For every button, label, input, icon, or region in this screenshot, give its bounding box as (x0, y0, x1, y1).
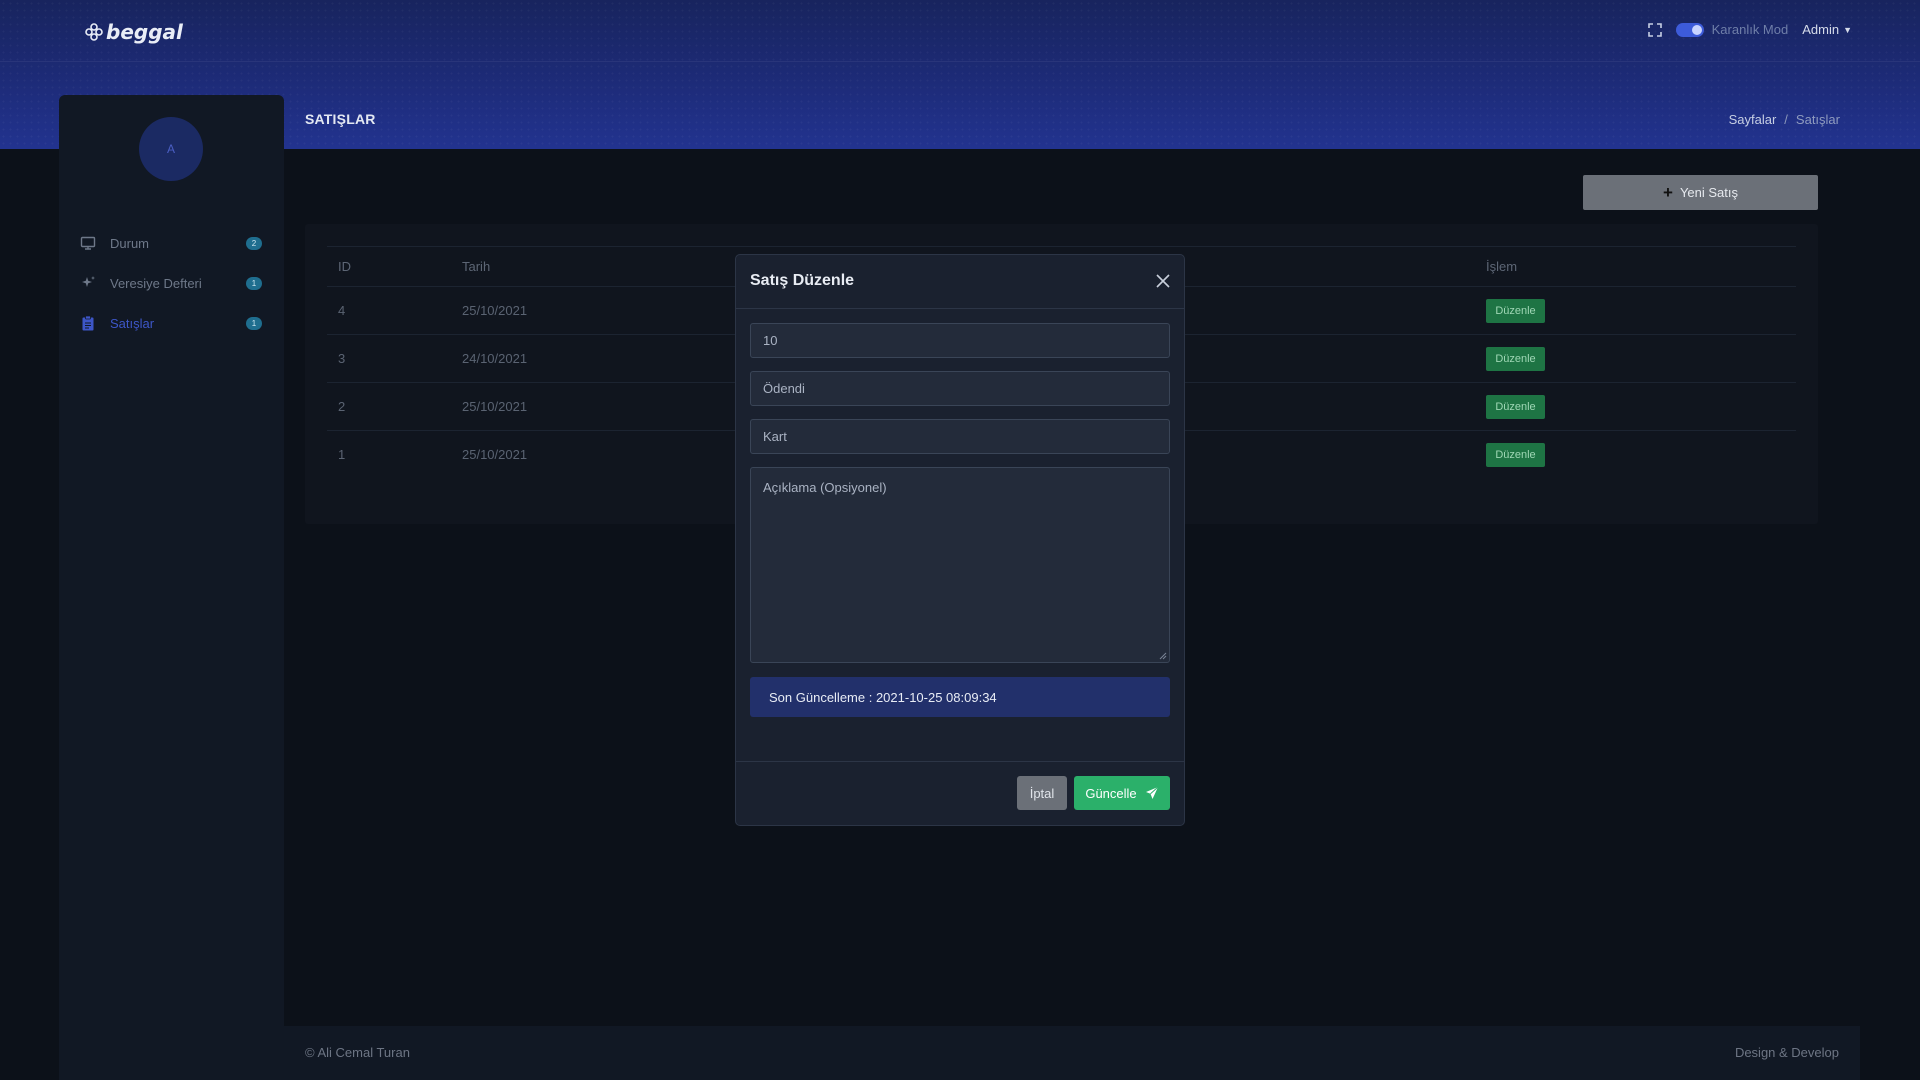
column-header-id[interactable]: ID (327, 259, 462, 274)
close-icon[interactable] (1154, 272, 1172, 290)
user-name: Admin (1802, 22, 1840, 37)
edit-button[interactable]: Düzenle (1486, 298, 1545, 323)
header-band (0, 0, 1920, 149)
sidebar-item-label: Durum (110, 235, 150, 251)
logo-icon (85, 23, 103, 41)
description-placeholder: Açıklama (Opsiyonel) (763, 480, 887, 495)
sidebar-item-veresiye-defteri[interactable]: Veresiye Defteri 1 (59, 263, 284, 303)
edit-sale-modal: Satış Düzenle 10 Ödendi Kart Açıklama (O… (735, 254, 1185, 826)
breadcrumb-item-pages[interactable]: Sayfalar (1729, 112, 1777, 127)
edit-button[interactable]: Düzenle (1486, 346, 1545, 371)
payment-status-select[interactable]: Ödendi (750, 371, 1170, 406)
modal-body: 10 Ödendi Kart Açıklama (Opsiyonel) Son … (736, 309, 1184, 717)
count-badge: 1 (246, 316, 262, 330)
count-badge: 1 (246, 276, 262, 290)
new-sale-button[interactable]: + Yeni Satış (1583, 175, 1818, 210)
topbar-divider (0, 61, 1920, 62)
sparkle-icon (80, 275, 96, 291)
modal-footer: İptal Güncelle (736, 761, 1184, 825)
cell-id: 3 (338, 351, 346, 366)
logo-text: beggal (106, 20, 183, 44)
send-icon (1145, 786, 1158, 799)
last-update-info: Son Güncelleme : 2021-10-25 08:09:34 (750, 677, 1170, 717)
sidebar-item-durum[interactable]: Durum 2 (59, 223, 284, 263)
update-button[interactable]: Güncelle (1074, 776, 1170, 810)
user-menu[interactable]: Admin ▼ (1802, 22, 1852, 37)
avatar[interactable]: A (139, 117, 203, 181)
sidebar: A Durum 2 Veresiye Defteri 1 Satışlar 1 (59, 95, 284, 1080)
amount-field[interactable]: 10 (750, 323, 1170, 358)
modal-header: Satış Düzenle (736, 255, 1184, 309)
footer-copyright: © Ali Cemal Turan (305, 1045, 410, 1060)
breadcrumb-item-current: Satışlar (1795, 112, 1840, 127)
clipboard-icon (80, 315, 96, 331)
description-textarea[interactable]: Açıklama (Opsiyonel) (750, 467, 1170, 663)
chevron-down-icon: ▼ (1843, 24, 1852, 35)
breadcrumb-separator: / (1784, 112, 1788, 127)
sidebar-item-satislar[interactable]: Satışlar 1 (59, 303, 284, 343)
update-label: Güncelle (1085, 785, 1137, 801)
fullscreen-icon[interactable] (1647, 22, 1662, 37)
footer: © Ali Cemal Turan Design & Develop (284, 1026, 1860, 1080)
column-header-action: İşlem (1486, 259, 1518, 274)
payment-method-select[interactable]: Kart (750, 419, 1170, 454)
breadcrumb: Sayfalar / Satışlar (1729, 112, 1840, 127)
new-sale-label: Yeni Satış (1679, 185, 1738, 200)
count-badge: 2 (246, 236, 262, 250)
sidebar-nav: Durum 2 Veresiye Defteri 1 Satışlar 1 (59, 223, 284, 343)
cell-id: 4 (338, 303, 346, 318)
sidebar-item-label: Veresiye Defteri (110, 275, 202, 291)
plus-icon: + (1663, 183, 1673, 202)
dark-mode-label: Karanlık Mod (1711, 22, 1789, 37)
edit-button[interactable]: Düzenle (1486, 394, 1545, 419)
cell-id: 1 (338, 447, 346, 462)
edit-button[interactable]: Düzenle (1486, 442, 1545, 467)
topbar-actions: Karanlık Mod Admin ▼ (1647, 22, 1852, 37)
sidebar-item-label: Satışlar (110, 315, 155, 331)
footer-credit: Design & Develop (1734, 1045, 1839, 1060)
app-logo[interactable]: beggal (84, 20, 183, 44)
resize-handle-icon[interactable] (1159, 652, 1167, 660)
cell-id: 2 (338, 399, 346, 414)
page-title: SATIŞLAR (305, 111, 376, 127)
cancel-button[interactable]: İptal (1017, 776, 1067, 810)
modal-title: Satış Düzenle (750, 272, 855, 289)
dark-mode-toggle[interactable] (1675, 22, 1704, 37)
monitor-icon (80, 235, 96, 251)
